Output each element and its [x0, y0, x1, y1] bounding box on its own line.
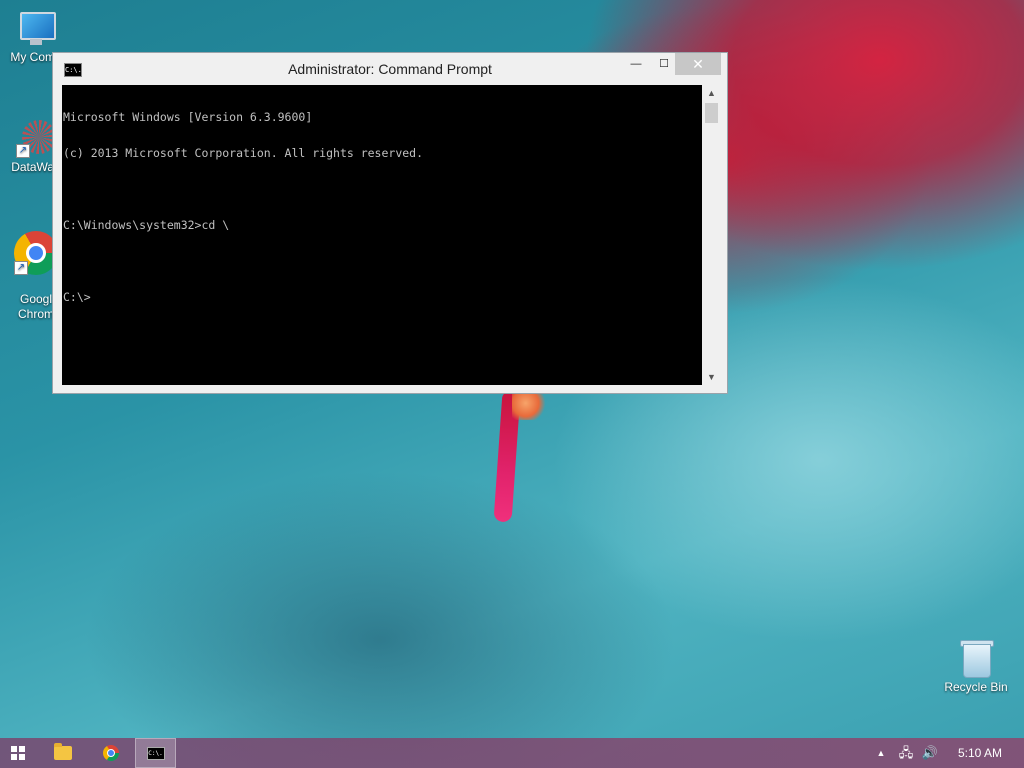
scroll-thumb[interactable] — [705, 103, 718, 123]
taskbar-command-prompt[interactable]: C:\. — [135, 738, 176, 768]
scroll-down-arrow-icon[interactable]: ▼ — [703, 369, 720, 385]
network-icon[interactable]: 🖧 — [896, 738, 916, 768]
computer-icon — [16, 12, 56, 48]
shortcut-arrow-icon: ↗ — [16, 144, 30, 158]
volume-icon[interactable]: 🔊 — [920, 738, 940, 768]
chrome-icon — [103, 745, 119, 761]
scroll-up-arrow-icon[interactable]: ▲ — [703, 85, 720, 101]
show-hidden-icons-chevron-icon[interactable]: ▲ — [874, 738, 888, 768]
taskbar-chrome[interactable] — [96, 738, 126, 768]
taskbar: C:\. ▲ 🖧 🔊 5:10 AM — [0, 738, 1024, 768]
clock[interactable]: 5:10 AM — [950, 738, 1010, 768]
desktop-icon-recycle-bin[interactable]: Recycle Bin — [938, 638, 1014, 694]
maximize-button[interactable]: ☐ — [651, 53, 677, 75]
title-bar[interactable]: C:\. Administrator: Command Prompt — ☐ ✕ — [53, 53, 727, 85]
minimize-button[interactable]: — — [623, 53, 649, 75]
folder-icon — [54, 743, 72, 760]
desktop-icon-label: Recycle Bin — [944, 680, 1008, 694]
windows-logo-icon — [11, 746, 25, 760]
shortcut-arrow-icon: ↗ — [14, 261, 28, 275]
start-button[interactable] — [0, 738, 36, 768]
console-line: Microsoft Windows [Version 6.3.9600] — [63, 110, 313, 124]
cmd-icon: C:\. — [146, 746, 165, 760]
recycle-bin-icon — [959, 638, 994, 678]
console-prompt-line: C:\> — [63, 290, 91, 304]
command-prompt-window[interactable]: C:\. Administrator: Command Prompt — ☐ ✕… — [52, 52, 728, 394]
console-output[interactable]: Microsoft Windows [Version 6.3.9600] (c)… — [62, 85, 702, 385]
datawag-icon: ↗ — [16, 118, 56, 158]
flower-stamen — [512, 392, 546, 420]
console-line: (c) 2013 Microsoft Corporation. All righ… — [63, 146, 424, 160]
close-button[interactable]: ✕ — [675, 53, 721, 75]
console-line: C:\Windows\system32>cd \ — [63, 218, 230, 232]
vertical-scrollbar[interactable]: ▲ ▼ — [703, 85, 720, 385]
taskbar-file-explorer[interactable] — [48, 738, 78, 768]
